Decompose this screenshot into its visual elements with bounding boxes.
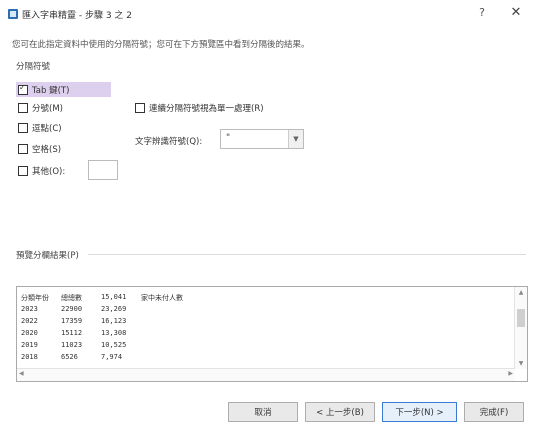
preview-cell — [141, 341, 221, 352]
preview-cell — [141, 317, 221, 328]
window-title: 匯入字串精靈 - 步驟 3 之 2 — [22, 11, 133, 21]
preview-cell: 家中未付人數 — [141, 294, 183, 302]
preview-cell: 17359 — [61, 317, 83, 325]
text-qualifier-value: " — [226, 133, 231, 143]
space-checkbox-label: 空格(S) — [32, 145, 62, 155]
text-qualifier-label: 文字辨識符號(Q): — [135, 137, 203, 147]
scroll-up-icon[interactable]: ▲ — [515, 289, 527, 296]
preview-cell: 分類年份 — [21, 294, 49, 302]
scroll-left-icon[interactable]: ◀ — [19, 370, 24, 377]
vertical-scrollbar[interactable]: ▲ ▼ — [514, 287, 527, 369]
preview-cell: 10,525 — [101, 341, 127, 349]
chevron-down-icon[interactable]: ▼ — [288, 130, 303, 148]
consecutive-checkbox[interactable] — [135, 103, 145, 113]
comma-checkbox-label: 逗點(C) — [32, 124, 62, 134]
preview-cell: 15,041 — [101, 293, 127, 301]
preview-cell: 2018 — [21, 353, 38, 361]
preview-cell — [141, 329, 221, 340]
consecutive-checkbox-row[interactable]: 連續分隔符號視為單一處理(R) — [135, 102, 264, 114]
preview-row: 2023 22900 23,269 — [21, 305, 221, 316]
next-button[interactable]: 下一步(N) > — [382, 402, 457, 422]
preview-cell: 6526 — [61, 353, 78, 361]
cancel-button[interactable]: 取消 — [228, 402, 298, 422]
excel-window-icon — [8, 9, 18, 19]
semicolon-checkbox-label: 分號(M) — [32, 104, 63, 114]
space-checkbox[interactable] — [18, 144, 28, 154]
preview-cell: 7,974 — [101, 353, 123, 361]
scroll-down-icon[interactable]: ▼ — [515, 360, 527, 367]
preview-cell: 2020 — [21, 329, 38, 337]
preview-cell: 2022 — [21, 317, 38, 325]
text-qualifier-select[interactable]: " ▼ — [220, 129, 304, 149]
preview-cell — [141, 305, 221, 316]
other-checkbox-label: 其他(O): — [32, 167, 66, 177]
preview-row: 2018 6526 7,974 — [21, 353, 221, 364]
instruction-text: 您可在此指定資料中使用的分隔符號；您可在下方預覽區中看到分隔後的結果。 — [12, 40, 310, 50]
title-bar: 匯入字串精靈 - 步驟 3 之 2 ? ✕ — [0, 0, 535, 28]
preview-cell — [141, 353, 221, 364]
comma-checkbox-row[interactable]: 逗點(C) — [18, 122, 62, 134]
scroll-thumb[interactable] — [517, 309, 525, 327]
preview-cell: 13,308 — [101, 329, 127, 337]
preview-divider — [88, 254, 526, 255]
tab-checkbox-label: Tab 鍵(T) — [32, 85, 70, 96]
scroll-right-icon[interactable]: ▶ — [508, 370, 513, 377]
preview-cell: 23,269 — [101, 305, 127, 313]
semicolon-checkbox-row[interactable]: 分號(M) — [18, 102, 63, 114]
back-button[interactable]: < 上一步(B) — [305, 402, 375, 422]
data-preview[interactable]: 分類年份 總總數 15,041 家中未付人數 2023 22900 23,269 2022 17… — [16, 286, 528, 382]
horizontal-scrollbar[interactable]: ◀ ▶ — [17, 368, 515, 381]
preview-row: 2019 11023 10,525 — [21, 341, 221, 352]
preview-label: 預覽分欄結果(P) — [16, 251, 79, 261]
preview-row: 2020 15112 13,308 — [21, 329, 221, 340]
preview-cell: 22900 — [61, 305, 83, 313]
tab-checkbox[interactable] — [18, 83, 28, 95]
other-checkbox[interactable] — [18, 166, 28, 176]
finish-button[interactable]: 完成(F) — [464, 402, 524, 422]
preview-cell: 2023 — [21, 305, 38, 313]
preview-cell: 16,123 — [101, 317, 127, 325]
comma-checkbox[interactable] — [18, 123, 28, 133]
preview-cell: 2019 — [21, 341, 38, 349]
help-button[interactable]: ? — [472, 6, 492, 22]
space-checkbox-row[interactable]: 空格(S) — [18, 143, 61, 155]
other-delimiter-input[interactable] — [88, 160, 118, 180]
semicolon-checkbox[interactable] — [18, 103, 28, 113]
preview-cell: 總總數 — [61, 294, 82, 302]
preview-row: 分類年份 總總數 15,041 家中未付人數 — [21, 293, 221, 304]
consecutive-checkbox-label: 連續分隔符號視為單一處理(R) — [149, 104, 264, 114]
other-checkbox-row[interactable]: 其他(O): — [18, 165, 65, 177]
close-button[interactable]: ✕ — [505, 5, 527, 23]
preview-row: 2022 17359 16,123 — [21, 317, 221, 328]
tab-checkbox-row[interactable]: Tab 鍵(T) — [16, 82, 111, 97]
preview-cell: 15112 — [61, 329, 83, 337]
preview-cell: 11023 — [61, 341, 83, 349]
delimiters-group-label: 分隔符號 — [16, 62, 51, 72]
